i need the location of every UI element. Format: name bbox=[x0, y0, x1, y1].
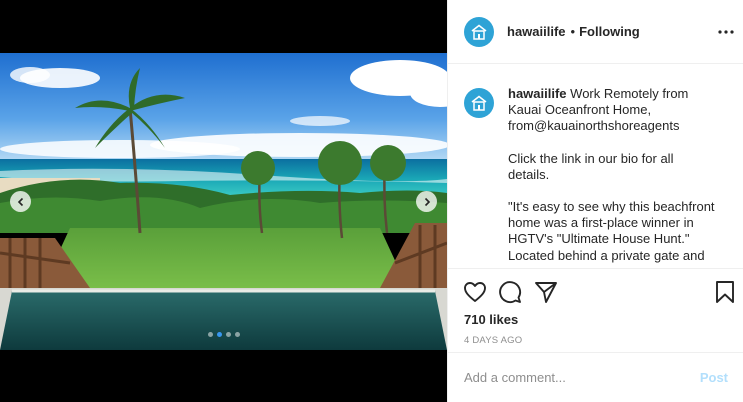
media-pane bbox=[0, 0, 447, 402]
post-details-pane: hawaiilife • Following hawaiilife Work R… bbox=[447, 0, 743, 402]
action-bar: 710 likes 4 DAYS AGO bbox=[448, 268, 743, 358]
following-button[interactable]: Following bbox=[579, 24, 640, 39]
chevron-left-icon bbox=[17, 197, 23, 206]
caption-paragraph: "It's easy to see why this beachfront ho… bbox=[508, 199, 715, 263]
paper-plane-icon bbox=[535, 282, 557, 303]
post-header: hawaiilife • Following bbox=[448, 0, 743, 64]
caption-paragraph: Click the link in our bio for all detail… bbox=[508, 150, 674, 182]
caption-avatar[interactable] bbox=[464, 88, 494, 118]
share-button[interactable] bbox=[534, 280, 558, 304]
carousel-dot bbox=[208, 332, 213, 337]
carousel-next-button[interactable] bbox=[416, 191, 437, 212]
caption-area: hawaiilife Work Remotely from Kauai Ocea… bbox=[448, 64, 743, 268]
comment-bar: Post bbox=[448, 352, 743, 402]
comment-bubble-icon bbox=[499, 281, 522, 304]
separator-dot: • bbox=[570, 24, 576, 39]
carousel-dot bbox=[226, 332, 231, 337]
comment-input[interactable] bbox=[464, 370, 700, 385]
carousel-prev-button[interactable] bbox=[10, 191, 31, 212]
caption-username[interactable]: hawaiilife bbox=[508, 86, 567, 101]
carousel-dot-active bbox=[217, 332, 222, 337]
post-photo[interactable] bbox=[0, 53, 447, 350]
house-logo-icon bbox=[471, 95, 487, 111]
avatar[interactable] bbox=[464, 16, 494, 47]
username[interactable]: hawaiilife bbox=[507, 24, 566, 39]
caption: hawaiilife Work Remotely from Kauai Ocea… bbox=[464, 86, 732, 264]
save-button[interactable] bbox=[713, 280, 737, 304]
carousel-dot bbox=[235, 332, 240, 337]
more-options-button[interactable] bbox=[718, 22, 734, 42]
more-options-icon bbox=[718, 30, 734, 34]
post-timestamp[interactable]: 4 DAYS AGO bbox=[464, 335, 522, 346]
post-photo-illustration bbox=[0, 53, 447, 350]
comment-button[interactable] bbox=[498, 280, 522, 304]
house-logo-icon bbox=[471, 23, 487, 40]
chevron-right-icon bbox=[424, 197, 430, 206]
like-button[interactable] bbox=[463, 280, 487, 304]
carousel-indicator bbox=[208, 332, 240, 337]
post-comment-button[interactable]: Post bbox=[700, 370, 728, 385]
bookmark-icon bbox=[716, 281, 734, 303]
heart-icon bbox=[464, 282, 486, 302]
likes-count[interactable]: 710 likes bbox=[464, 312, 518, 327]
caption-text: hawaiilife Work Remotely from Kauai Ocea… bbox=[508, 86, 718, 264]
